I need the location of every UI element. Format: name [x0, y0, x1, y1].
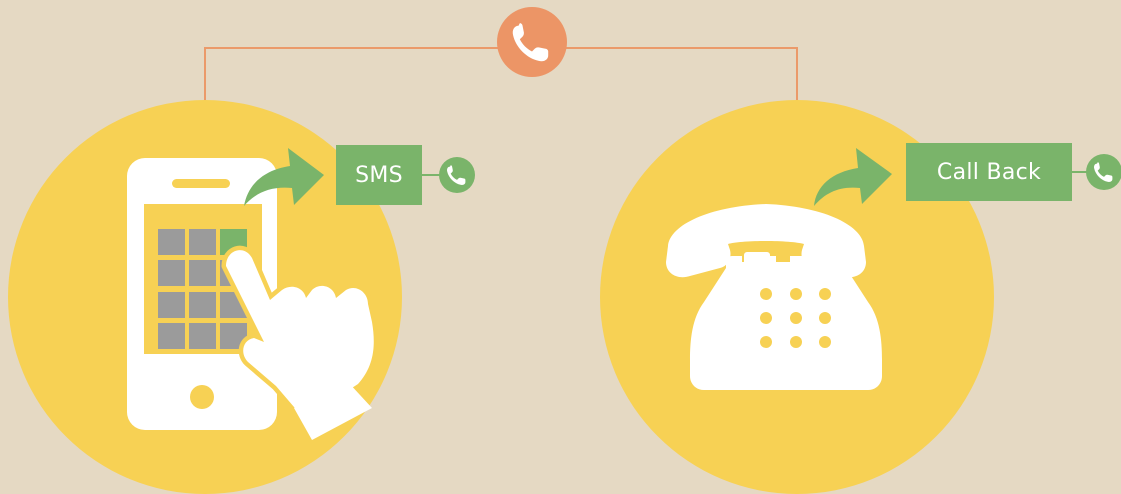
diagram-stage: SMS Call Back [0, 0, 1121, 494]
sms-label: SMS [355, 162, 403, 188]
call-back-label-box: Call Back [906, 143, 1072, 201]
smartphone-home-button [190, 385, 214, 409]
keypad-key [158, 323, 185, 349]
sms-phone-badge [439, 157, 475, 193]
call-back-label: Call Back [936, 159, 1042, 185]
diagram-canvas [0, 0, 1121, 494]
keypad-key [158, 292, 185, 318]
keypad-key [189, 229, 216, 255]
keypad-key [158, 229, 185, 255]
keypad-key [189, 260, 216, 286]
sms-label-box: SMS [336, 145, 422, 205]
callback-phone-badge [1086, 154, 1121, 190]
smartphone-speaker [172, 179, 230, 188]
dial-pad [760, 288, 831, 348]
telephone-cradle-right [802, 252, 828, 270]
keypad-key [189, 323, 216, 349]
keypad-key [158, 260, 185, 286]
keypad-key [189, 292, 216, 318]
top-phone-badge [497, 7, 567, 77]
telephone-cradle-left [744, 252, 770, 270]
